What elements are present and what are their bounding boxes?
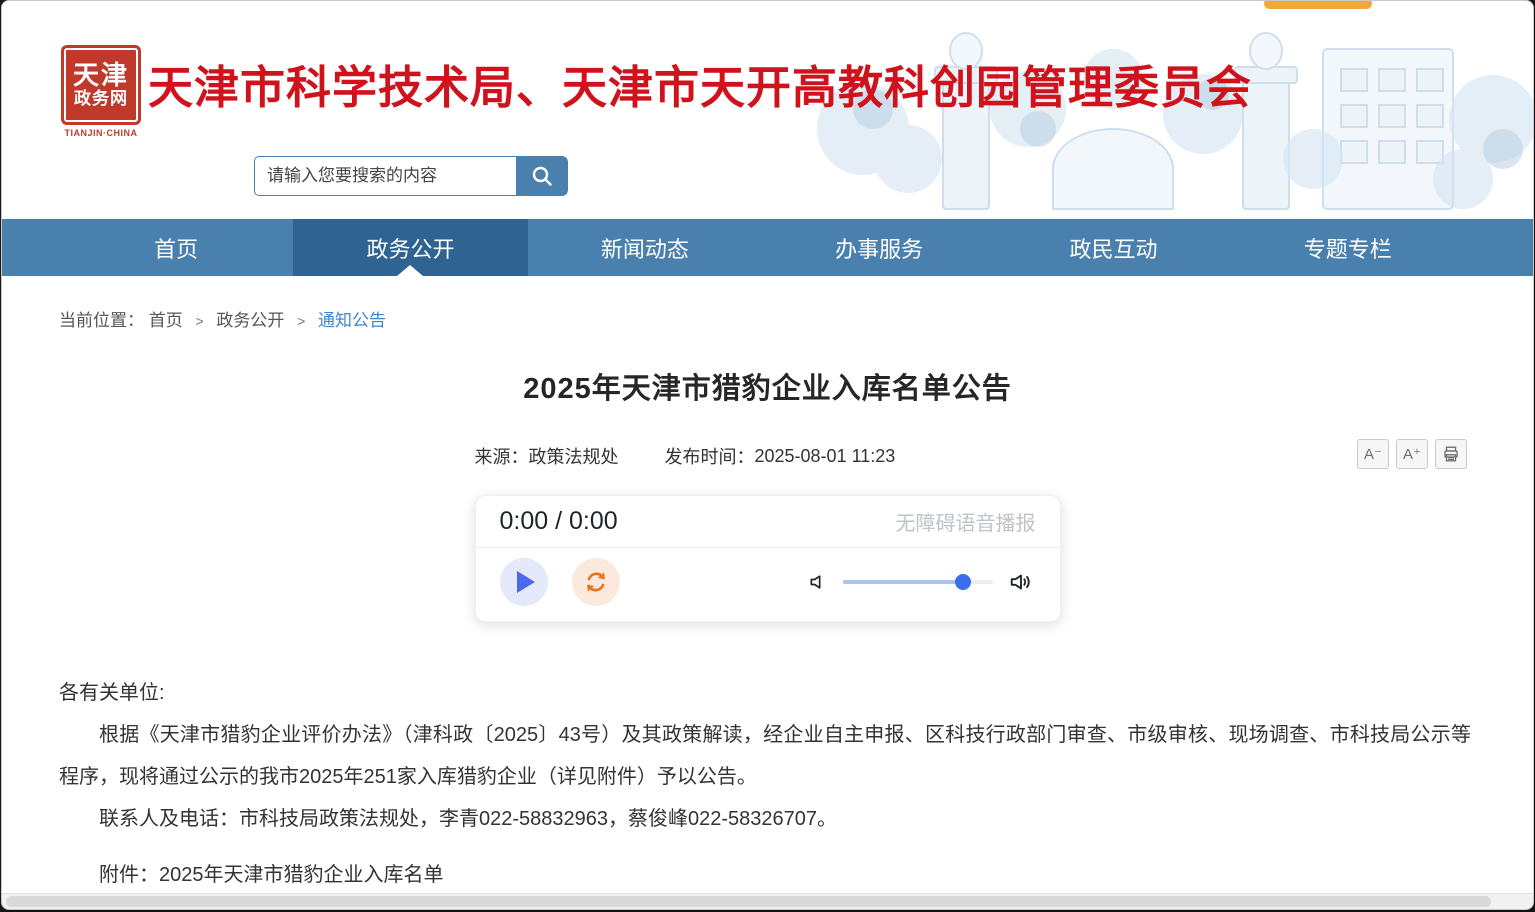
active-tab-notch (397, 265, 423, 276)
publish-time-label: 发布时间： (665, 443, 755, 469)
scrollbar-thumb[interactable] (6, 896, 1491, 907)
audio-player: 0:00 / 0:00 无障碍语音播报 (475, 495, 1061, 622)
site-title: 天津市科学技术局、天津市天开高教科创园管理委员会 (148, 51, 1252, 116)
nav-item-topics[interactable]: 专题专栏 (1231, 219, 1465, 276)
breadcrumb-item-notices[interactable]: 通知公告 (318, 311, 386, 330)
seal-icon: 天津 政务网 (61, 45, 141, 125)
article-meta-row: 来源： 政策法规处 发布时间： 2025-08-01 11:23 A⁻ A⁺ (2, 443, 1533, 475)
player-caption: 无障碍语音播报 (896, 507, 1036, 536)
nav-item-label: 政务公开 (366, 232, 454, 264)
source-value: 政策法规处 (529, 443, 619, 469)
audio-player-header: 0:00 / 0:00 无障碍语音播报 (476, 496, 1060, 548)
nav-item-home[interactable]: 首页 (59, 219, 293, 276)
nav-item-interaction[interactable]: 政民互动 (996, 219, 1230, 276)
volume-controls (808, 569, 1034, 595)
nav-item-gov-info[interactable]: 政务公开 (293, 219, 527, 276)
volume-slider-thumb[interactable] (955, 574, 971, 590)
font-increase-button[interactable]: A⁺ (1396, 439, 1428, 469)
article-meta: 来源： 政策法规处 发布时间： 2025-08-01 11:23 (475, 443, 1061, 469)
top-accent-bar (1264, 0, 1372, 9)
nav-item-services[interactable]: 办事服务 (762, 219, 996, 276)
browser-window: 天津 政务网 TIANJIN·CHINA 天津市科学技术局、天津市天开高教科创园… (1, 0, 1534, 910)
player-time: 0:00 / 0:00 (500, 507, 618, 536)
print-button[interactable] (1435, 439, 1467, 469)
salutation: 各有关单位: (59, 672, 1471, 714)
source-label: 来源： (475, 443, 529, 469)
breadcrumb-item-home[interactable]: 首页 (149, 311, 183, 330)
attachment-line: 附件：2025年天津市猎豹企业入库名单 (59, 854, 1471, 896)
logo-caption: TIANJIN·CHINA (58, 128, 144, 138)
print-icon (1442, 445, 1460, 463)
breadcrumb-separator: > (297, 313, 305, 329)
search-bar (254, 156, 568, 196)
play-button[interactable] (500, 558, 548, 606)
breadcrumb-label: 当前位置： (59, 311, 144, 330)
breadcrumb: 当前位置： 首页 > 政务公开 > 通知公告 (2, 276, 1533, 331)
article: 2025年天津市猎豹企业入库名单公告 来源： 政策法规处 发布时间： 2025-… (2, 365, 1533, 896)
search-input[interactable] (254, 156, 516, 196)
publish-time-value: 2025-08-01 11:23 (755, 446, 896, 467)
horizontal-scrollbar[interactable] (2, 893, 1533, 909)
article-title: 2025年天津市猎豹企业入库名单公告 (2, 365, 1533, 407)
breadcrumb-item-gov-info[interactable]: 政务公开 (216, 311, 284, 330)
play-icon (517, 571, 535, 593)
volume-slider[interactable] (843, 574, 993, 590)
site-header: 天津 政务网 TIANJIN·CHINA 天津市科学技术局、天津市天开高教科创园… (2, 1, 1533, 219)
search-button[interactable] (516, 156, 568, 196)
volume-high-icon[interactable] (1008, 569, 1034, 595)
seal-text-line1: 天津 (73, 62, 129, 89)
article-body: 各有关单位: 根据《天津市猎豹企业评价办法》（津科政〔2025〕43号）及其政策… (59, 672, 1471, 896)
seal-text-line2: 政务网 (74, 90, 128, 108)
loop-button[interactable] (572, 558, 620, 606)
main-nav: 首页 政务公开 新闻动态 办事服务 政民互动 专题专栏 (2, 219, 1533, 276)
paragraph-main: 根据《天津市猎豹企业评价办法》（津科政〔2025〕43号）及其政策解读，经企业自… (59, 714, 1471, 798)
article-tools: A⁻ A⁺ (1357, 439, 1467, 469)
paragraph-contacts: 联系人及电话：市科技局政策法规处，李青022-58832963，蔡俊峰022-5… (59, 798, 1471, 840)
volume-low-icon[interactable] (808, 572, 828, 592)
loop-icon (582, 568, 610, 596)
font-decrease-button[interactable]: A⁻ (1357, 439, 1389, 469)
breadcrumb-separator: > (195, 313, 203, 329)
site-logo[interactable]: 天津 政务网 TIANJIN·CHINA (58, 45, 144, 138)
audio-player-controls (476, 548, 1060, 621)
nav-item-news[interactable]: 新闻动态 (528, 219, 762, 276)
search-icon (530, 164, 554, 188)
